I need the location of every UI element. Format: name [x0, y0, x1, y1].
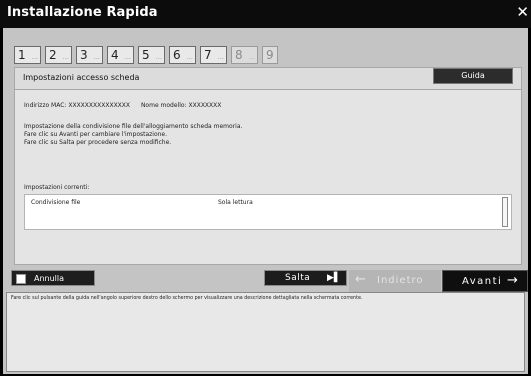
step-9: 9	[262, 46, 278, 64]
setting-name: Condivisione file	[31, 199, 81, 206]
help-text-box: Fare clic sul pulsante della guida nell'…	[6, 292, 525, 372]
description: Impostazione della condivisione file del…	[24, 123, 242, 147]
annulla-button[interactable]: Annulla	[11, 270, 95, 286]
close-icon[interactable]: ✕	[516, 3, 529, 21]
step-suffix: ...	[63, 55, 70, 61]
step-7: 7 ...	[200, 46, 227, 64]
device-info: Indirizzo MAC: XXXXXXXXXXXXXXX Nome mode…	[24, 102, 230, 109]
step-2: 2 ...	[45, 46, 72, 64]
step-number: 3	[80, 48, 88, 62]
avanti-label: Avanti	[462, 276, 503, 287]
description-line-2: Fare clic su Avanti per cambiare l'impos…	[24, 131, 168, 138]
step-suffix: ...	[32, 55, 39, 61]
guida-button[interactable]: Guida	[433, 68, 513, 84]
current-settings-label: Impostazioni correnti:	[24, 184, 90, 191]
content-area: Impostazioni accesso scheda Guida Indiri…	[14, 67, 522, 265]
skip-forward-icon: ▶▌	[327, 273, 341, 283]
arrow-right-icon: →	[507, 273, 518, 288]
step-number: 9	[266, 48, 274, 62]
step-number: 6	[173, 48, 181, 62]
arrow-left-icon: ←	[355, 272, 366, 287]
mac-address: Indirizzo MAC: XXXXXXXXXXXXXXX	[24, 102, 131, 109]
current-settings-table: Condivisione file Sola lettura	[24, 194, 512, 230]
avanti-button[interactable]: Avanti →	[442, 270, 528, 292]
step-suffix: ...	[187, 55, 194, 61]
annulla-label: Annulla	[34, 274, 65, 283]
step-suffix: ...	[125, 55, 132, 61]
salta-button[interactable]: Salta ▶▌	[264, 270, 347, 286]
step-5: 5 ...	[138, 46, 165, 64]
step-suffix: ...	[218, 55, 225, 61]
step-1: 1 ...	[14, 46, 41, 64]
description-line-1: Impostazione della condivisione file del…	[24, 123, 243, 130]
window-title: Installazione Rapida	[7, 5, 158, 20]
step-number: 4	[111, 48, 119, 62]
button-bar: Annulla Salta ▶▌ ← Indietro Avanti →	[3, 267, 528, 292]
indietro-label: Indietro	[377, 275, 424, 286]
model-name: Nome modello: XXXXXXXX	[140, 102, 222, 109]
step-number: 8	[235, 48, 243, 62]
step-suffix: ...	[94, 55, 101, 61]
step-3: 3 ...	[76, 46, 103, 64]
salta-label: Salta	[285, 273, 311, 283]
checkbox-icon	[16, 274, 26, 284]
step-suffix: ...	[249, 55, 256, 61]
title-bar: Installazione Rapida ✕	[0, 0, 531, 28]
setting-value: Sola lettura	[218, 199, 253, 206]
step-6: 6 ...	[169, 46, 196, 64]
indietro-button[interactable]: ← Indietro	[349, 270, 441, 292]
step-number: 7	[204, 48, 212, 62]
step-number: 2	[49, 48, 57, 62]
step-number: 5	[142, 48, 150, 62]
description-line-3: Fare clic su Salta per procedere senza m…	[24, 139, 172, 146]
scrollbar[interactable]	[502, 197, 508, 227]
section-title: Impostazioni accesso scheda	[23, 73, 140, 82]
help-text: Fare clic sul pulsante della guida nell'…	[11, 296, 363, 301]
step-number: 1	[18, 48, 26, 62]
section-header: Impostazioni accesso scheda Guida	[15, 68, 521, 90]
wizard-panel: 1 ... 2 ... 3 ... 4 ... 5 ... 6 ... 7 ..…	[3, 28, 528, 374]
step-4: 4 ...	[107, 46, 134, 64]
step-8: 8 ...	[231, 46, 258, 64]
step-suffix: ...	[156, 55, 163, 61]
